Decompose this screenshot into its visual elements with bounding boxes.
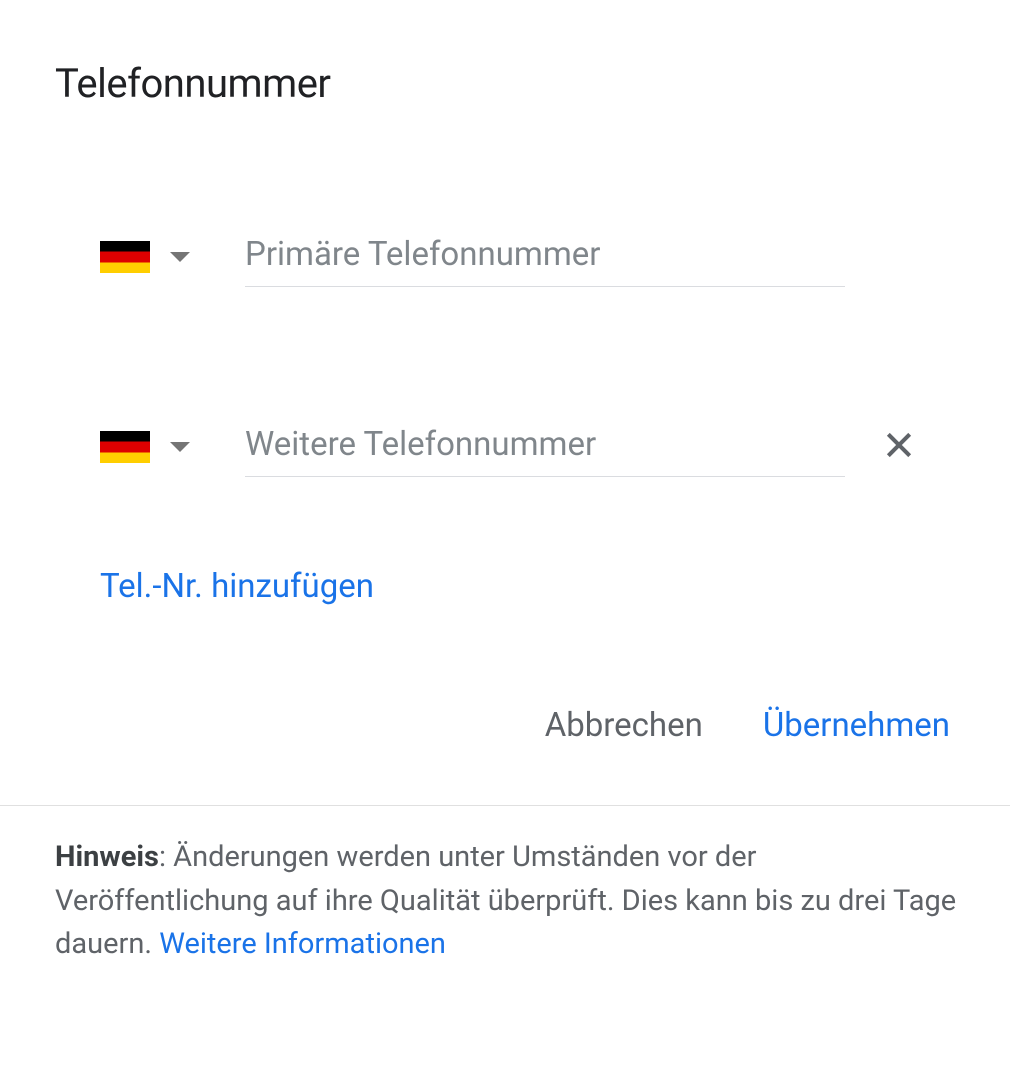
chevron-down-icon [170, 252, 190, 262]
note-label: Hinweis [55, 840, 159, 874]
action-bar: Abbrechen Übernehmen [55, 706, 960, 745]
secondary-phone-row [55, 417, 960, 477]
page-title: Telefonnummer [55, 60, 960, 107]
add-phone-link[interactable]: Tel.-Nr. hinzufügen [55, 567, 374, 606]
chevron-down-icon [170, 442, 190, 452]
more-info-link[interactable]: Weitere Informationen [159, 927, 446, 961]
germany-flag-icon [100, 431, 150, 463]
remove-secondary-button[interactable] [875, 421, 923, 473]
apply-button[interactable]: Übernehmen [763, 706, 950, 745]
close-icon [883, 429, 915, 461]
secondary-input-wrapper [245, 417, 845, 477]
primary-phone-input[interactable] [245, 227, 845, 287]
secondary-phone-input[interactable] [245, 417, 845, 477]
cancel-button[interactable]: Abbrechen [545, 706, 703, 745]
note-section: Hinweis: Änderungen werden unter Umständ… [0, 806, 1010, 967]
primary-phone-row [55, 227, 960, 287]
secondary-country-selector[interactable] [100, 431, 190, 463]
primary-input-wrapper [245, 227, 845, 287]
primary-country-selector[interactable] [100, 241, 190, 273]
germany-flag-icon [100, 241, 150, 273]
